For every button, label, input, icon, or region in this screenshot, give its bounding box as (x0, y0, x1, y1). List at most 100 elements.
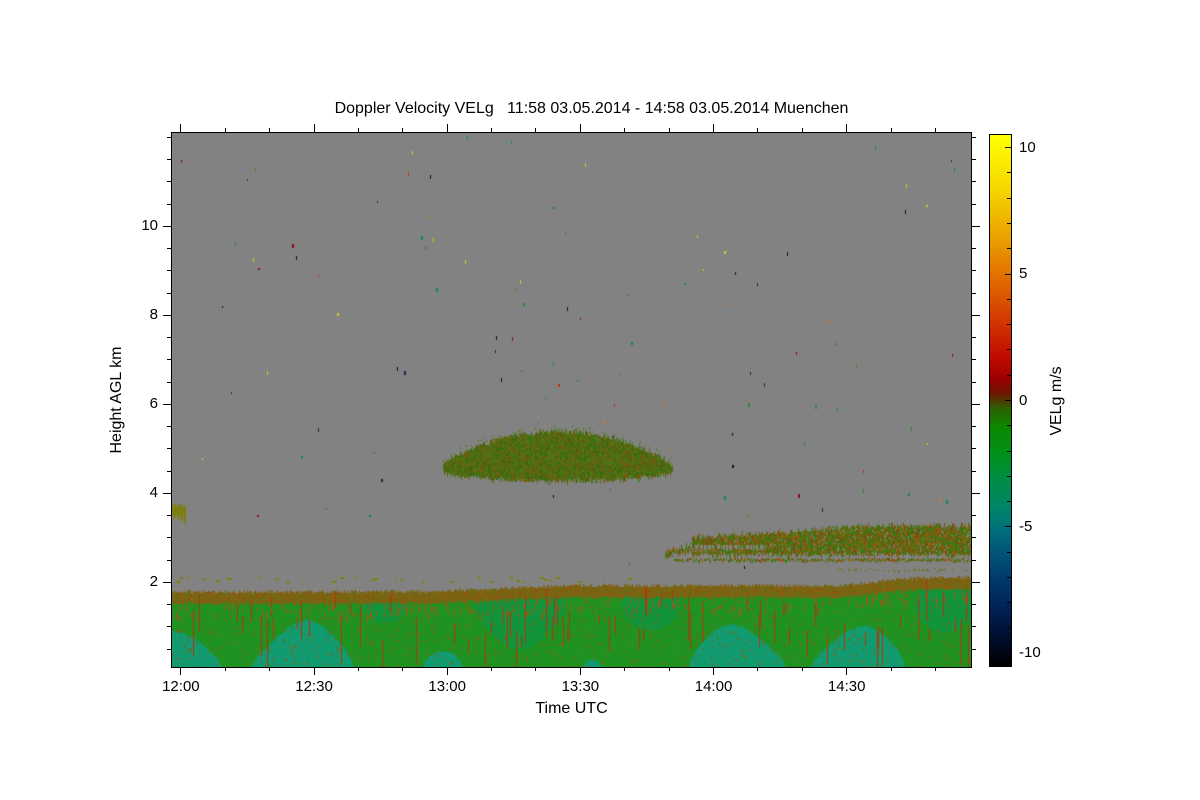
y-tick-minor-right (972, 515, 976, 517)
y-tick-minor-right (972, 470, 976, 472)
y-tick-minor-right (972, 181, 976, 183)
y-tick-minor-right (972, 648, 976, 650)
cbar-tick-major (1005, 147, 1011, 149)
cbar-tick-label: 10 (1019, 138, 1036, 156)
y-tick-major-right (972, 403, 980, 405)
x-tick-minor (269, 667, 271, 671)
y-tick-minor-right (972, 448, 976, 450)
y-tick-minor-right (972, 381, 976, 383)
x-tick-minor-top (224, 128, 226, 132)
x-tick-minor (668, 667, 670, 671)
y-tick-minor (167, 448, 171, 450)
x-tick-major-top (713, 124, 715, 132)
y-tick-label: 6 (149, 395, 158, 413)
y-tick-minor-right (972, 248, 976, 250)
cbar-tick-label: 5 (1019, 265, 1028, 283)
cbar-tick-major (1005, 273, 1011, 275)
cbar-tick-minor (1007, 577, 1011, 578)
y-tick-minor (167, 604, 171, 606)
y-tick-minor (167, 136, 171, 138)
cbar-tick-major (1005, 526, 1011, 528)
y-tick-major-right (972, 314, 980, 316)
cbar-tick-minor (1007, 602, 1011, 604)
y-tick-minor-right (972, 159, 976, 161)
x-tick-minor-top (757, 128, 759, 132)
cbar-tick-minor (1007, 374, 1011, 376)
x-tick-minor (402, 667, 404, 671)
x-tick-label: 14:00 (694, 678, 733, 695)
y-tick-minor (167, 626, 171, 628)
y-tick-minor-right (972, 537, 976, 539)
y-tick-minor (167, 292, 171, 294)
x-tick-major-top (446, 124, 448, 132)
y-tick-minor (167, 515, 171, 517)
y-tick-minor (167, 337, 171, 339)
y-tick-minor-right (972, 626, 976, 628)
x-tick-minor-top (269, 128, 271, 132)
x-axis-label: Time UTC (535, 700, 608, 717)
cbar-tick-major (1005, 652, 1011, 654)
y-tick-major-right (972, 581, 980, 583)
chart-title: Doppler Velocity VELg 11:58 03.05.2014 -… (334, 100, 849, 117)
y-tick-minor (167, 159, 171, 161)
y-tick-major (163, 403, 171, 405)
x-tick-major (579, 667, 581, 675)
y-tick-minor (167, 537, 171, 539)
x-tick-label: 13:30 (561, 678, 600, 695)
y-tick-label: 8 (149, 306, 158, 324)
x-tick-minor-top (890, 128, 892, 132)
cbar-tick-minor (1007, 248, 1011, 250)
y-tick-major (163, 581, 171, 583)
y-tick-minor (167, 203, 171, 205)
cbar-tick-minor (1007, 475, 1011, 477)
x-tick-minor (357, 667, 359, 671)
y-tick-minor-right (972, 292, 976, 294)
y-tick-minor (167, 359, 171, 361)
cbar-tick-minor (1007, 223, 1011, 224)
y-tick-minor (167, 426, 171, 428)
x-tick-minor (224, 667, 226, 671)
y-tick-minor-right (972, 136, 976, 138)
cbar-tick-minor (1007, 324, 1011, 326)
cbar-tick-major (1005, 400, 1011, 401)
x-tick-label: 12:30 (295, 678, 333, 695)
x-tick-minor-top (668, 128, 670, 132)
cbar-tick-minor (1007, 627, 1011, 629)
y-tick-minor-right (972, 270, 976, 272)
cbar-tick-minor (1007, 349, 1011, 351)
x-tick-minor-top (535, 128, 537, 132)
x-tick-minor (890, 667, 892, 671)
cbar-tick-minor (1007, 450, 1011, 452)
cbar-tick-minor (1007, 172, 1011, 174)
x-tick-minor (757, 667, 759, 671)
cbar-tick-minor (1007, 551, 1011, 553)
y-tick-major (163, 225, 171, 227)
y-tick-label: 2 (149, 573, 158, 591)
y-tick-minor-right (972, 426, 976, 428)
plot-frame (171, 132, 972, 668)
cbar-tick-minor (1007, 501, 1011, 503)
x-tick-minor-top (934, 128, 936, 132)
y-tick-major-right (972, 225, 980, 227)
y-tick-label: 4 (149, 484, 158, 502)
x-tick-major (846, 667, 848, 675)
x-tick-major (313, 667, 315, 675)
cbar-tick-label: -5 (1019, 517, 1033, 535)
colorbar-label: VELg m/s (1048, 365, 1065, 436)
x-tick-minor-top (801, 128, 803, 132)
y-tick-minor-right (972, 203, 976, 205)
x-tick-minor (801, 667, 803, 671)
x-tick-label: 13:00 (428, 678, 466, 695)
x-tick-minor (934, 667, 936, 671)
x-tick-major-top (579, 124, 581, 132)
y-tick-minor (167, 381, 171, 383)
y-tick-minor-right (972, 604, 976, 606)
y-tick-minor (167, 559, 171, 561)
y-tick-minor-right (972, 337, 976, 339)
x-tick-major-top (313, 124, 315, 132)
x-tick-minor (624, 667, 626, 671)
x-tick-major-top (180, 124, 182, 132)
y-tick-minor (167, 648, 171, 650)
cbar-tick-minor (1007, 425, 1011, 427)
x-tick-minor-top (491, 128, 493, 132)
